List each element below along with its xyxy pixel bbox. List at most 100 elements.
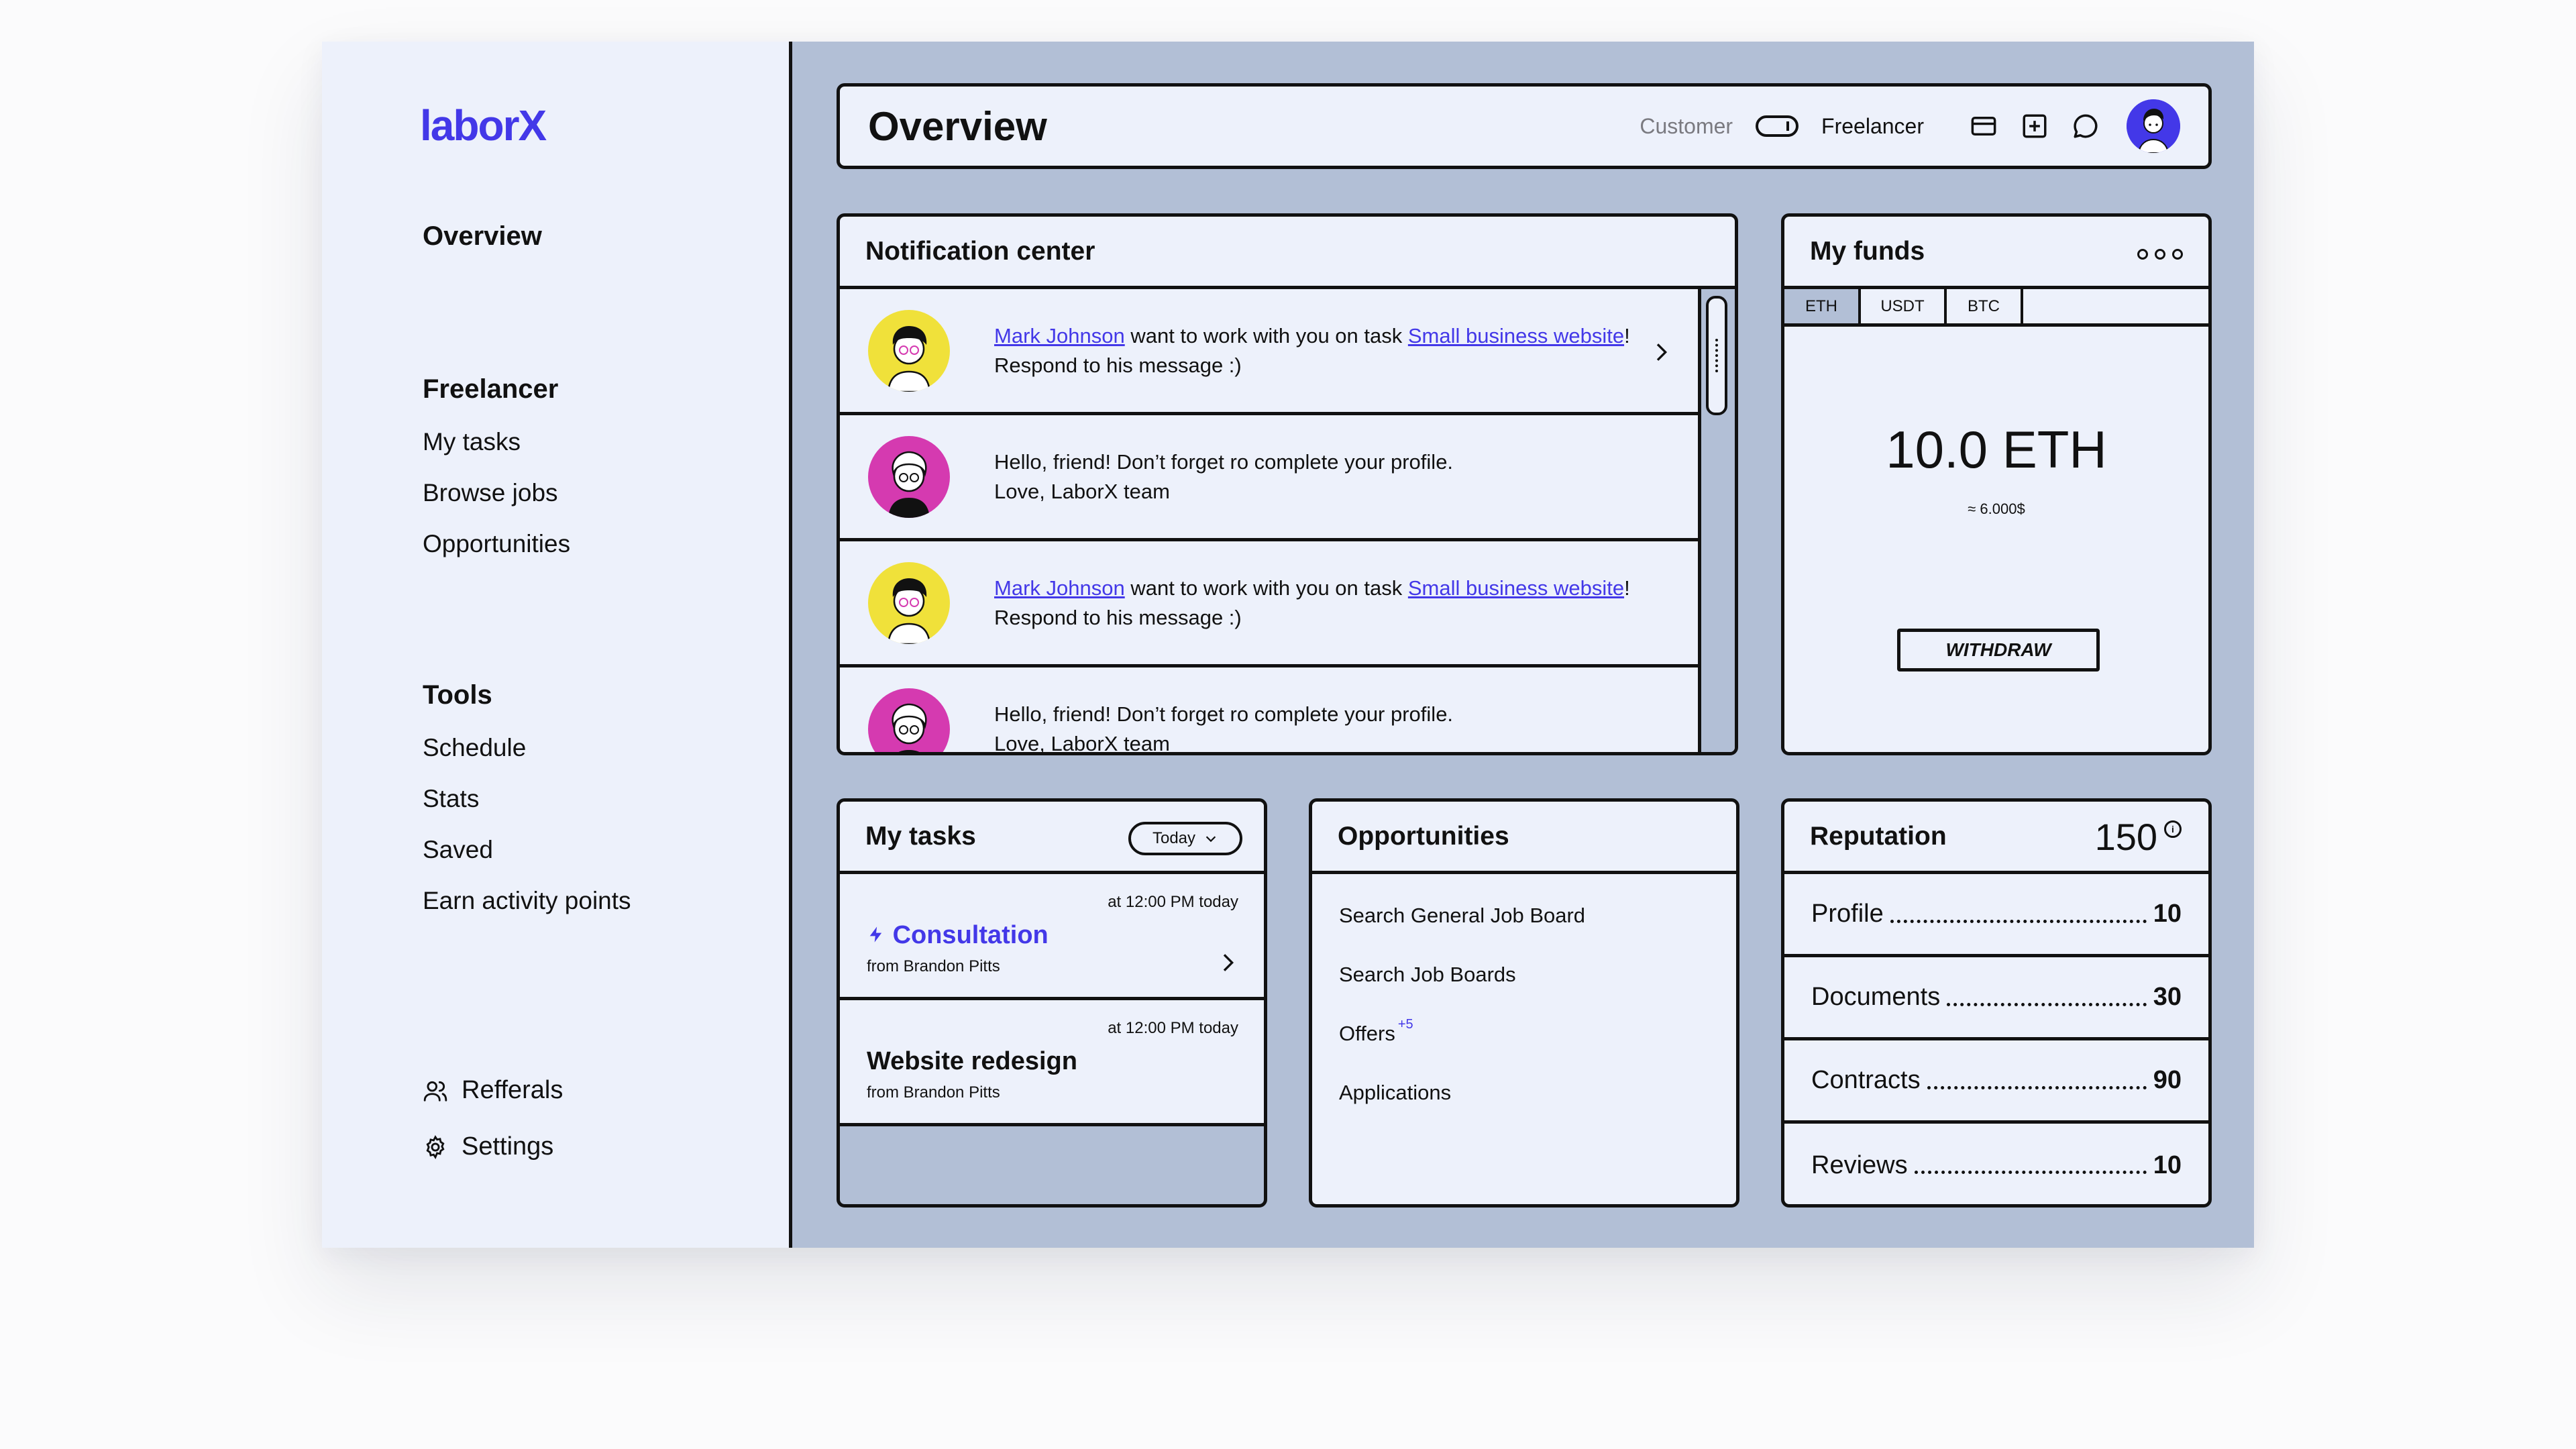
notification-list[interactable]: Mark Johnson want to work with you on ta… — [840, 289, 1701, 753]
page-title: Overview — [868, 103, 1047, 149]
dotted-leader — [1947, 989, 2147, 1006]
notification-text: Mark Johnson want to work with you on ta… — [994, 321, 1652, 380]
task-time: at 12:00 PM today — [1108, 1019, 1238, 1037]
reputation-row-profile: Profile 10 — [1784, 874, 2208, 957]
card-icon[interactable] — [1968, 111, 1999, 142]
task-link[interactable]: Small business website — [1408, 324, 1624, 347]
sidebar: laborX Overview Freelancer My tasks Brow… — [322, 42, 792, 1248]
reputation-value: 30 — [2153, 983, 2182, 1011]
user-avatar-icon — [2127, 99, 2180, 153]
notification-text: Hello, friend! Don’t forget ro complete … — [994, 700, 1652, 753]
person-illustration-icon — [888, 451, 930, 518]
notification-item[interactable]: Hello, friend! Don’t forget ro complete … — [840, 667, 1701, 753]
notification-center-title: Notification center — [840, 217, 1735, 289]
notification-line2: Respond to his message :) — [994, 353, 1242, 377]
reputation-label: Profile — [1811, 900, 1884, 928]
opportunity-search-job-boards[interactable]: Search Job Boards — [1339, 963, 1516, 987]
avatar — [868, 309, 950, 392]
nav-browse-jobs[interactable]: Browse jobs — [423, 479, 558, 507]
chevron-right-icon[interactable] — [1214, 949, 1241, 976]
task-title: Consultation — [867, 921, 1049, 950]
tab-usdt[interactable]: USDT — [1861, 289, 1947, 323]
notification-line1: Hello, friend! Don’t forget ro complete … — [994, 702, 1454, 726]
notification-punct: ! — [1624, 323, 1630, 347]
nav-overview[interactable]: Overview — [423, 221, 542, 252]
offers-label: Offers — [1339, 1022, 1395, 1045]
reputation-value: 90 — [2153, 1066, 2182, 1094]
my-tasks-title-text: My tasks — [865, 821, 976, 851]
nav-referrals[interactable]: Refferals — [423, 1076, 563, 1105]
nav-referrals-label: Refferals — [462, 1076, 564, 1104]
my-tasks-title: My tasks Today — [840, 802, 1264, 874]
nav-earn-activity-points[interactable]: Earn activity points — [423, 887, 631, 915]
role-toggle[interactable] — [1756, 115, 1799, 137]
nav-saved[interactable]: Saved — [423, 836, 493, 864]
role-customer-label[interactable]: Customer — [1640, 114, 1733, 139]
task-from: from Brandon Pitts — [867, 957, 1000, 975]
nav-my-tasks[interactable]: My tasks — [423, 428, 521, 456]
my-funds-title: My funds — [1784, 217, 2208, 289]
logo[interactable]: laborX — [420, 101, 547, 150]
role-freelancer-label[interactable]: Freelancer — [1821, 114, 1924, 139]
info-icon[interactable]: i — [2164, 820, 2182, 838]
task-item[interactable]: at 12:00 PM today Website redesign from … — [840, 1000, 1264, 1126]
avatar — [868, 688, 950, 752]
tab-btc[interactable]: BTC — [1947, 289, 2023, 323]
person-illustration-icon — [887, 325, 931, 392]
task-time: at 12:00 PM today — [1108, 893, 1238, 911]
notification-center: Notification center Mark Johnson want to… — [837, 213, 1738, 755]
person-illustration-icon — [892, 703, 927, 752]
sender-link[interactable]: Mark Johnson — [994, 324, 1125, 347]
notification-line1: Hello, friend! Don’t forget ro complete … — [994, 449, 1454, 474]
chevron-down-icon — [1205, 836, 1216, 843]
reputation-label: Contracts — [1811, 1066, 1921, 1094]
lightning-icon — [869, 926, 882, 943]
notification-scrollbar[interactable] — [1698, 289, 1735, 752]
nav-opportunities[interactable]: Opportunities — [423, 530, 570, 558]
reputation-value: 10 — [2153, 1150, 2182, 1179]
task-link[interactable]: Small business website — [1408, 576, 1624, 600]
task-from: from Brandon Pitts — [867, 1083, 1000, 1102]
notification-item[interactable]: Mark Johnson want to work with you on ta… — [840, 289, 1701, 415]
my-funds-panel: My funds ETH USDT BTC 10.0 ETH ≈ 6.000$ … — [1781, 213, 2212, 755]
opportunities-panel: Opportunities Search General Job Board S… — [1309, 798, 1739, 1208]
task-item[interactable]: at 12:00 PM today Consultation from Bran… — [840, 874, 1264, 1000]
gear-icon — [426, 1134, 445, 1159]
currency-tabs: ETH USDT BTC — [1784, 289, 2208, 327]
my-funds-title-text: My funds — [1810, 236, 1925, 266]
notification-line2: Love, LaborX team — [994, 479, 1170, 503]
add-square-icon[interactable] — [2019, 111, 2050, 142]
notification-item[interactable]: Hello, friend! Don’t forget ro complete … — [840, 415, 1701, 541]
nav-stats[interactable]: Stats — [423, 785, 479, 813]
tab-eth[interactable]: ETH — [1784, 289, 1861, 323]
date-filter-dropdown[interactable]: Today — [1128, 822, 1242, 855]
dotted-leader — [1890, 906, 2147, 923]
chat-icon[interactable] — [2070, 111, 2101, 142]
app-window: laborX Overview Freelancer My tasks Brow… — [322, 42, 2254, 1248]
top-header: Overview Customer Freelancer — [837, 83, 2212, 169]
notification-item[interactable]: Mark Johnson want to work with you on ta… — [840, 541, 1701, 667]
reputation-score: 150 — [2094, 816, 2157, 858]
reputation-label: Documents — [1811, 983, 1941, 1011]
nav-heading-tools: Tools — [423, 680, 492, 710]
task-title-text: Consultation — [892, 921, 1049, 949]
withdraw-button[interactable]: WITHDRAW — [1897, 629, 2100, 672]
avatar — [868, 435, 950, 518]
nav-heading-freelancer: Freelancer — [423, 374, 559, 404]
opportunity-applications[interactable]: Applications — [1339, 1081, 1451, 1105]
opportunities-title: Opportunities — [1312, 802, 1736, 874]
reputation-label: Reviews — [1811, 1150, 1908, 1179]
chevron-right-icon[interactable] — [1648, 339, 1674, 366]
reputation-row-reviews: Reviews 10 — [1784, 1124, 2208, 1204]
notification-message: want to work with you on task — [1124, 323, 1408, 347]
notification-text: Mark Johnson want to work with you on ta… — [994, 574, 1652, 633]
opportunity-offers[interactable]: Offers +5 — [1339, 1017, 1413, 1046]
scrollbar-thumb[interactable] — [1706, 296, 1727, 415]
nav-settings[interactable]: Settings — [423, 1132, 553, 1161]
more-options-icon[interactable] — [2137, 249, 2183, 260]
user-avatar[interactable] — [2127, 99, 2180, 153]
nav-schedule[interactable]: Schedule — [423, 734, 526, 762]
opportunity-search-general-job-board[interactable]: Search General Job Board — [1339, 904, 1585, 928]
sender-link[interactable]: Mark Johnson — [994, 576, 1125, 600]
person-illustration-icon — [887, 578, 931, 644]
